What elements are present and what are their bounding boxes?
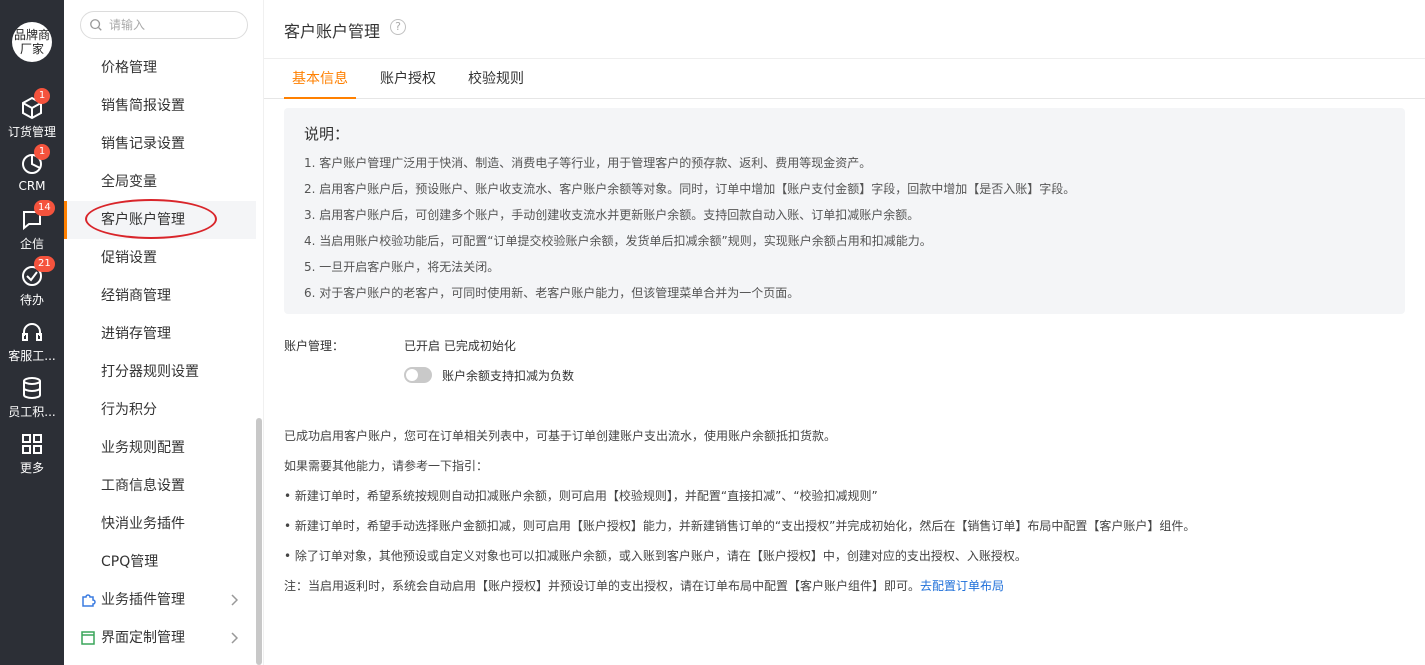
menu-item-business-rules[interactable]: 业务规则配置 xyxy=(64,429,256,467)
info-line: 如果需要其他能力，请参考一下指引： xyxy=(284,459,489,473)
menu-item-scorer-rules[interactable]: 打分器规则设置 xyxy=(64,353,256,391)
rail-label-messages: 企信 xyxy=(19,237,44,251)
help-icon[interactable]: ? xyxy=(390,19,406,35)
footer-note: 注：当启用返利时，系统会自动启用【账户授权】并预设订单的支出授权，请在订单布局中… xyxy=(284,577,1004,594)
info-line: • 除了订单对象，其他预设或自定义对象也可以扣减账户余额，或入账到客户账户，请在… xyxy=(284,549,1027,563)
search-icon xyxy=(90,19,102,31)
rail-label-orders: 订货管理 xyxy=(7,125,56,139)
menu-item-inventory[interactable]: 进销存管理 xyxy=(64,315,256,353)
chevron-right-icon xyxy=(231,594,238,606)
menu-search[interactable] xyxy=(80,11,248,39)
rail-label-points: 员工积... xyxy=(8,405,56,419)
badge-messages: 14 xyxy=(34,200,55,216)
configure-order-layout-link[interactable]: 去配置订单布局 xyxy=(920,579,1004,593)
menu-item-cpq[interactable]: CPQ管理 xyxy=(64,543,256,581)
menu-item-customer-account[interactable]: 客户账户管理 xyxy=(64,201,256,239)
rail-item-messages[interactable]: 14 企信 xyxy=(0,200,64,260)
menu-group-plugins[interactable]: 业务插件管理 xyxy=(64,581,256,619)
menu-item-fmcg-plugin[interactable]: 快消业务插件 xyxy=(64,505,256,543)
left-rail: 品牌商厂家 1 订货管理 1 CRM 14 企信 21 待办 客服工... 员工… xyxy=(0,0,64,665)
grid-icon xyxy=(22,434,42,454)
menu-item-behavior-points[interactable]: 行为积分 xyxy=(64,391,256,429)
negative-balance-label: 账户余额支持扣减为负数 xyxy=(442,369,575,383)
rail-item-service[interactable]: 客服工... xyxy=(0,320,64,372)
brand-label: 品牌商厂家 xyxy=(13,28,50,56)
menu-group-ui-custom-label: 界面定制管理 xyxy=(101,630,185,646)
rail-label-crm: CRM xyxy=(18,179,46,193)
menu-group-plugins-label: 业务插件管理 xyxy=(101,592,185,608)
instruction-line: 6. 对于客户账户的老客户，可同时使用新、老客户账户能力，但该管理菜单合并为一个… xyxy=(304,286,800,300)
instructions-box: 说明： 1. 客户账户管理广泛用于快消、制造、消费电子等行业，用于管理客户的预存… xyxy=(284,108,1405,314)
instruction-line: 3. 启用客户账户后，可创建多个账户，手动创建收支流水并更新账户余额。支持回款自… xyxy=(304,208,920,222)
rail-label-more: 更多 xyxy=(19,461,44,475)
menu-item-dealer[interactable]: 经销商管理 xyxy=(64,277,256,315)
menu-item-sales-brief[interactable]: 销售简报设置 xyxy=(64,87,256,125)
info-line: 已成功启用客户账户，您可在订单相关列表中，可基于订单创建账户支出流水，使用账户余… xyxy=(284,429,837,443)
instruction-line: 2. 启用客户账户后，预设账户、账户收支流水、客户账户余额等对象。同时，订单中增… xyxy=(304,182,1076,196)
badge-todo: 21 xyxy=(34,256,55,272)
brand-avatar[interactable]: 品牌商厂家 xyxy=(12,22,52,62)
chevron-right-icon xyxy=(231,632,238,644)
rail-item-more[interactable]: 更多 xyxy=(0,432,64,484)
menu-group-ui-custom[interactable]: 界面定制管理 xyxy=(64,619,256,657)
tab-basic-info[interactable]: 基本信息 xyxy=(284,59,356,99)
rail-label-todo: 待办 xyxy=(19,293,44,307)
search-input[interactable] xyxy=(109,16,239,34)
headset-icon xyxy=(22,323,42,341)
puzzle-icon xyxy=(82,594,96,607)
rail-item-crm[interactable]: 1 CRM xyxy=(0,144,64,204)
instructions-title: 说明： xyxy=(304,125,350,143)
menu-item-promotion[interactable]: 促销设置 xyxy=(64,239,256,277)
database-icon xyxy=(23,377,41,399)
info-line: • 新建订单时，希望手动选择账户金额扣减，则可启用【账户授权】能力，并新建销售订… xyxy=(284,519,1196,533)
layout-icon xyxy=(81,631,95,645)
instruction-line: 1. 客户账户管理广泛用于快消、制造、消费电子等行业，用于管理客户的预存款、返利… xyxy=(304,156,872,170)
account-management-label: 账户管理： xyxy=(284,339,345,353)
menu-item-price[interactable]: 价格管理 xyxy=(64,49,256,87)
menu-item-sales-record[interactable]: 销售记录设置 xyxy=(64,125,256,163)
badge-orders: 1 xyxy=(34,88,50,104)
instruction-line: 5. 一旦开启客户账户，将无法关闭。 xyxy=(304,260,500,274)
rail-item-todo[interactable]: 21 待办 xyxy=(0,256,64,316)
badge-crm: 1 xyxy=(34,144,50,160)
negative-balance-toggle[interactable] xyxy=(404,367,432,383)
info-line: • 新建订单时，希望系统按规则自动扣减账户余额，则可启用【校验规则】，并配置“直… xyxy=(284,489,878,503)
tab-bar: 基本信息 账户授权 校验规则 xyxy=(264,58,1425,99)
page-title: 客户账户管理 xyxy=(284,22,381,41)
main-content: 客户账户管理 ? 基本信息 账户授权 校验规则 说明： 1. 客户账户管理广泛用… xyxy=(264,0,1425,665)
footer-note-text: 注：当启用返利时，系统会自动启用【账户授权】并预设订单的支出授权，请在订单布局中… xyxy=(284,579,921,593)
rail-item-points[interactable]: 员工积... xyxy=(0,376,64,428)
menu-item-business-info[interactable]: 工商信息设置 xyxy=(64,467,256,505)
tab-account-auth[interactable]: 账户授权 xyxy=(380,59,436,99)
rail-label-service: 客服工... xyxy=(8,349,56,363)
tab-validation-rules[interactable]: 校验规则 xyxy=(468,59,524,99)
menu-item-global-vars[interactable]: 全局变量 xyxy=(64,163,256,201)
toggle-knob xyxy=(406,369,418,381)
rail-item-orders[interactable]: 1 订货管理 xyxy=(0,88,64,148)
settings-submenu: 价格管理 销售简报设置 销售记录设置 全局变量 客户账户管理 促销设置 经销商管… xyxy=(64,0,264,665)
account-status: 已开启 已完成初始化 xyxy=(404,339,516,353)
instruction-line: 4. 当启用账户校验功能后，可配置“订单提交校验账户余额，发货单后扣减余额”规则… xyxy=(304,234,932,248)
submenu-scrollbar[interactable] xyxy=(256,418,262,665)
